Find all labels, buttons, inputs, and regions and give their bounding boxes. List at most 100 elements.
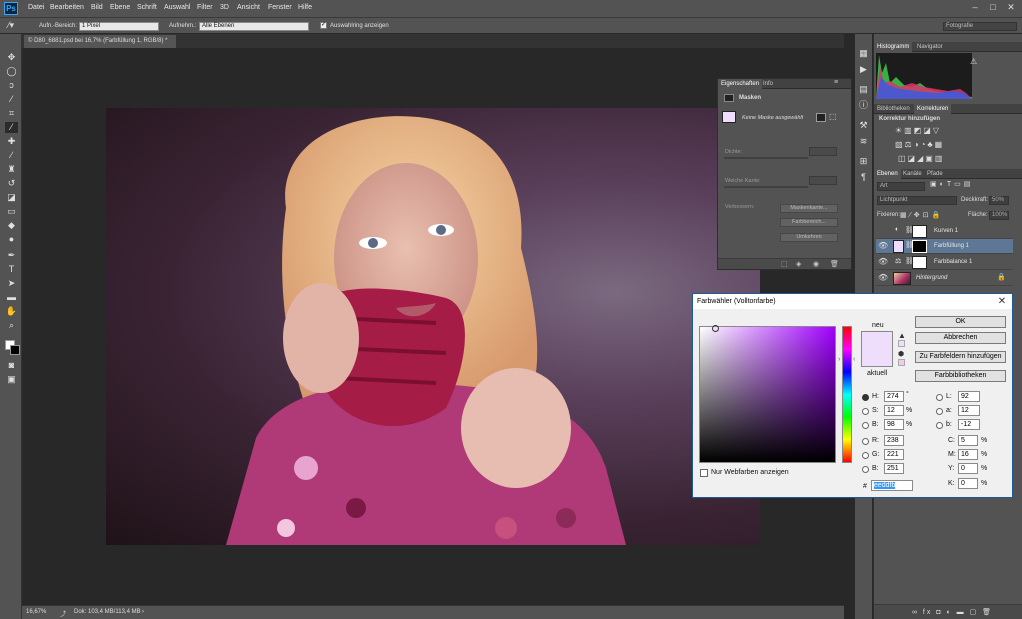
panel-menu-icon[interactable]: ≡ xyxy=(834,79,838,86)
mask-edge-button[interactable]: Maskenkante... xyxy=(780,204,838,213)
background-color-swatch[interactable] xyxy=(10,345,20,355)
layer-row[interactable]: 👁 ⚖ ⛓ Farbbalance 1 xyxy=(876,255,1013,270)
menu-ansicht[interactable]: Ansicht xyxy=(237,4,260,11)
tab-histogram[interactable]: Histogramm xyxy=(874,42,913,52)
brushes-panel-icon[interactable]: ⚒ xyxy=(858,120,869,131)
adjustment-icons-row-3[interactable]: ◫◪◢▣▥ xyxy=(898,154,964,165)
green-field[interactable]: 221 xyxy=(884,449,904,460)
tab-paths[interactable]: Pfade xyxy=(924,169,946,179)
blue-radio[interactable] xyxy=(862,466,869,473)
document-image[interactable] xyxy=(106,108,760,545)
hue-radio[interactable] xyxy=(862,394,869,401)
feather-field[interactable] xyxy=(809,176,837,185)
minimize-button[interactable]: – xyxy=(968,2,982,15)
path-select-tool-icon[interactable]: ➤ xyxy=(5,278,18,289)
layer-row[interactable]: ▫ ◐ ⛓ Kurven 1 xyxy=(876,224,1013,239)
yellow-field[interactable]: 0 xyxy=(958,463,978,474)
quick-select-tool-icon[interactable]: ⁄ xyxy=(5,94,18,105)
menu-bild[interactable]: Bild xyxy=(91,4,103,11)
document-tab[interactable]: © D80_6881.psd bei 16,7% (Farbfüllung 1,… xyxy=(24,35,176,57)
layer-filter-icons[interactable]: ▣◐T▭▤ xyxy=(930,180,973,188)
density-field[interactable] xyxy=(809,147,837,156)
visibility-off-icon[interactable]: ▫ xyxy=(878,226,888,236)
hex-field[interactable]: eeddfb xyxy=(871,480,913,491)
hue-slider-left-arrow-icon[interactable]: › xyxy=(838,356,840,363)
pixel-mask-icon[interactable] xyxy=(816,113,826,122)
tab-adjustments[interactable]: Korrekturen xyxy=(914,104,952,114)
a-channel-field[interactable]: 12 xyxy=(958,405,980,416)
crop-tool-icon[interactable]: ⌗ xyxy=(5,108,18,119)
zoom-tool-icon[interactable]: ⌕ xyxy=(5,320,18,331)
red-field[interactable]: 238 xyxy=(884,435,904,446)
swatches-panel-icon[interactable]: ▤ xyxy=(858,84,869,95)
cyan-field[interactable]: 5 xyxy=(958,435,978,446)
menu-hilfe[interactable]: Hilfe xyxy=(298,4,312,11)
saturation-radio[interactable] xyxy=(862,408,869,415)
histogram-warning-icon[interactable]: ⚠ xyxy=(970,57,977,66)
visibility-eye-icon[interactable]: 👁 xyxy=(878,273,888,283)
shape-tool-icon[interactable]: ▬ xyxy=(5,292,18,303)
visibility-toggle-icon[interactable]: ◉ xyxy=(813,260,819,268)
move-tool-icon[interactable]: ✥ xyxy=(5,52,18,63)
density-slider[interactable] xyxy=(724,157,808,159)
menu-auswahl[interactable]: Auswahl xyxy=(164,4,190,11)
marquee-tool-icon[interactable]: ◯ xyxy=(5,66,18,77)
history-panel-icon[interactable]: ▦ xyxy=(858,48,869,59)
eraser-tool-icon[interactable]: ◪ xyxy=(5,192,18,203)
brush-tool-icon[interactable]: ∕ xyxy=(5,150,18,161)
gradient-tool-icon[interactable]: ▭ xyxy=(5,206,18,217)
zoom-level[interactable]: 16,67% xyxy=(26,609,46,615)
adjustment-icons-row-1[interactable]: ☀▥◩◪▽ xyxy=(895,126,965,137)
feather-slider[interactable] xyxy=(724,186,808,188)
layer-row-selected[interactable]: 👁 ⛓ Farbfüllung 1 xyxy=(876,239,1013,254)
web-safe-swatch[interactable] xyxy=(898,359,905,366)
hue-slider-right-arrow-icon[interactable]: ‹ xyxy=(853,356,855,363)
brush-presets-panel-icon[interactable]: ≋ xyxy=(858,136,869,147)
doc-info-arrow-icon[interactable]: › xyxy=(142,609,144,615)
gamut-warning-icon[interactable]: ▲ xyxy=(898,331,906,340)
screen-mode-icon[interactable]: ▣ xyxy=(5,374,18,385)
paragraph-panel-icon[interactable]: ¶ xyxy=(858,172,869,183)
clone-stamp-tool-icon[interactable]: ♜ xyxy=(5,164,18,175)
show-ring-checkbox[interactable]: ✓ xyxy=(320,22,327,29)
magenta-field[interactable]: 16 xyxy=(958,449,978,460)
sample-layers-select[interactable]: Alle Ebenen xyxy=(199,22,309,31)
quick-mask-icon[interactable]: ◙ xyxy=(5,360,18,371)
ok-button[interactable]: OK xyxy=(915,316,1006,328)
color-libraries-button[interactable]: Farbbibliotheken xyxy=(915,370,1006,382)
maximize-button[interactable]: □ xyxy=(986,2,1000,15)
workspace-select[interactable]: Fotografie xyxy=(943,22,1017,31)
dialog-close-button[interactable]: ✕ xyxy=(995,295,1009,308)
brightness-radio[interactable] xyxy=(862,422,869,429)
menu-fenster[interactable]: Fenster xyxy=(268,4,292,11)
share-icon[interactable]: ⤴ xyxy=(60,609,66,618)
type-tool-icon[interactable]: T xyxy=(5,264,18,275)
eyedropper-tool-icon[interactable]: ⁄ xyxy=(5,122,18,133)
b-channel-radio[interactable] xyxy=(936,422,943,429)
sample-size-select[interactable]: 1 Pixel xyxy=(79,22,159,31)
green-radio[interactable] xyxy=(862,452,869,459)
menu-filter[interactable]: Filter xyxy=(197,4,213,11)
blur-tool-icon[interactable]: ◆ xyxy=(5,220,18,231)
menu-bearbeiten[interactable]: Bearbeiten xyxy=(50,4,84,11)
web-safe-icon[interactable]: ⬢ xyxy=(898,350,904,358)
adjustment-icons-row-2[interactable]: ▧⚖◑◔♣▦ xyxy=(895,140,970,151)
invert-button[interactable]: Umkehren xyxy=(780,233,838,242)
load-selection-icon[interactable]: ⬚ xyxy=(781,260,788,268)
eyedropper-preset-icon[interactable]: ⁄▾ xyxy=(8,20,14,31)
visibility-eye-icon[interactable]: 👁 xyxy=(878,257,888,267)
web-colors-checkbox[interactable] xyxy=(700,469,708,477)
pen-tool-icon[interactable]: ✒ xyxy=(5,250,18,261)
info-panel-icon[interactable]: ⓘ xyxy=(858,100,869,111)
a-channel-radio[interactable] xyxy=(936,408,943,415)
tab-info[interactable]: Info xyxy=(760,79,776,89)
layer-action-icons[interactable]: ∞ fx ◘ ◐ ▬ ▢ 🗑 xyxy=(912,608,993,616)
tab-libraries[interactable]: Bibliotheken xyxy=(874,104,913,114)
clone-source-panel-icon[interactable]: ⊞ xyxy=(858,156,869,167)
saturation-field[interactable]: 12 xyxy=(884,405,904,416)
brightness-field[interactable]: 98 xyxy=(884,419,904,430)
menu-3d[interactable]: 3D xyxy=(220,4,229,11)
hue-slider[interactable] xyxy=(842,326,852,463)
lasso-tool-icon[interactable]: ↄ xyxy=(5,80,18,91)
tab-properties[interactable]: Eigenschaften xyxy=(718,79,763,89)
